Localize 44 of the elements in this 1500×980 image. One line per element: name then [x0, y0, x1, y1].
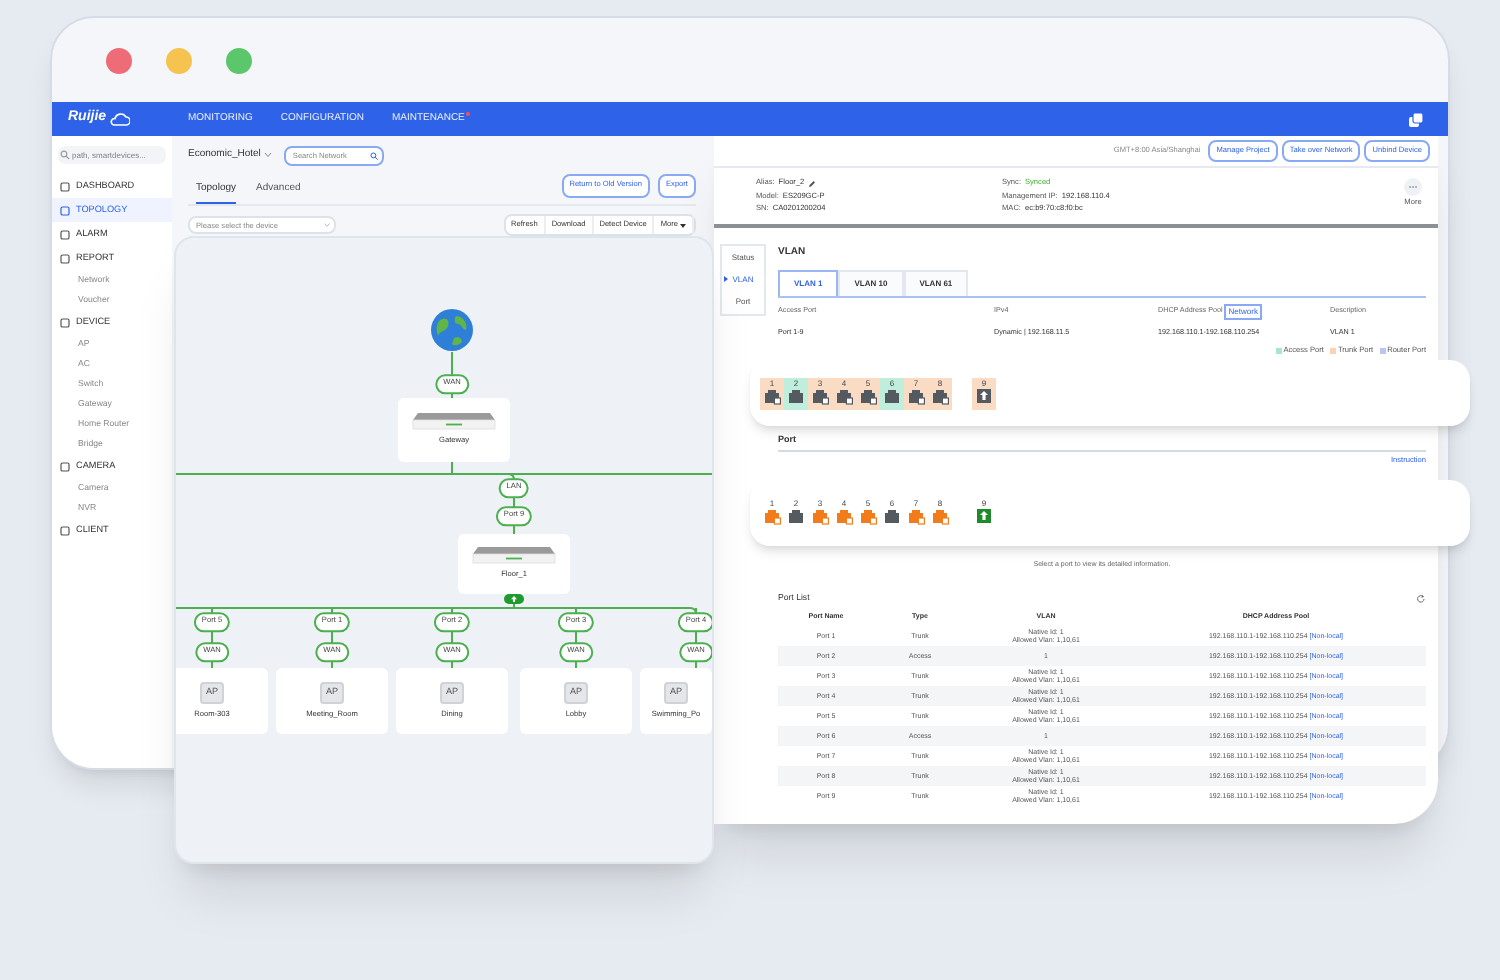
pointer-icon: [724, 275, 729, 282]
ethernet-port-icon: [931, 508, 949, 526]
refresh-icon: [1416, 593, 1426, 604]
ethernet-port-icon: [763, 388, 781, 406]
link-line: [451, 351, 453, 399]
uplink-badge-icon: [504, 594, 524, 604]
ethernet-port-icon: [811, 508, 829, 526]
switch-drawing: [412, 412, 496, 431]
window-control-icon[interactable]: [166, 47, 192, 73]
window-control-icon[interactable]: [106, 47, 132, 73]
ethernet-port-icon: [835, 508, 853, 526]
switch-drawing: [472, 546, 556, 565]
window-control-icon[interactable]: [226, 47, 252, 73]
edit-icon: [808, 179, 817, 188]
menu-item-icon: [60, 525, 70, 535]
uplink-port-icon: [975, 388, 993, 406]
ethernet-port-icon: [931, 388, 949, 406]
cloud-icon: [110, 112, 131, 126]
ethernet-port-icon: [787, 388, 805, 406]
chevron-down-icon: [264, 152, 273, 158]
menu-item-icon: [60, 181, 70, 191]
copy-icon: [1408, 111, 1424, 127]
ethernet-port-icon: [835, 388, 853, 406]
menu-item-icon: [60, 229, 70, 239]
uplink-port-icon: [975, 508, 993, 526]
menu-item-icon: [60, 253, 70, 263]
ethernet-port-icon: [811, 388, 829, 406]
ethernet-port-icon: [859, 508, 877, 526]
ethernet-port-icon: [787, 508, 805, 526]
caret-icon: [680, 223, 686, 227]
ethernet-port-icon: [859, 388, 877, 406]
ethernet-port-icon: [763, 508, 781, 526]
more-icon: [1404, 178, 1422, 196]
search-icon: [370, 151, 379, 159]
globe-icon: [430, 308, 474, 352]
menu-item-icon: [60, 461, 70, 471]
ethernet-port-icon: [883, 508, 901, 526]
ethernet-port-icon: [907, 388, 925, 406]
ethernet-port-icon: [883, 388, 901, 406]
ethernet-port-icon: [907, 508, 925, 526]
chevron-down-icon: [324, 222, 330, 228]
menu-item-icon: [60, 205, 70, 215]
menu-item-icon: [60, 317, 70, 327]
search-icon: [60, 150, 70, 160]
